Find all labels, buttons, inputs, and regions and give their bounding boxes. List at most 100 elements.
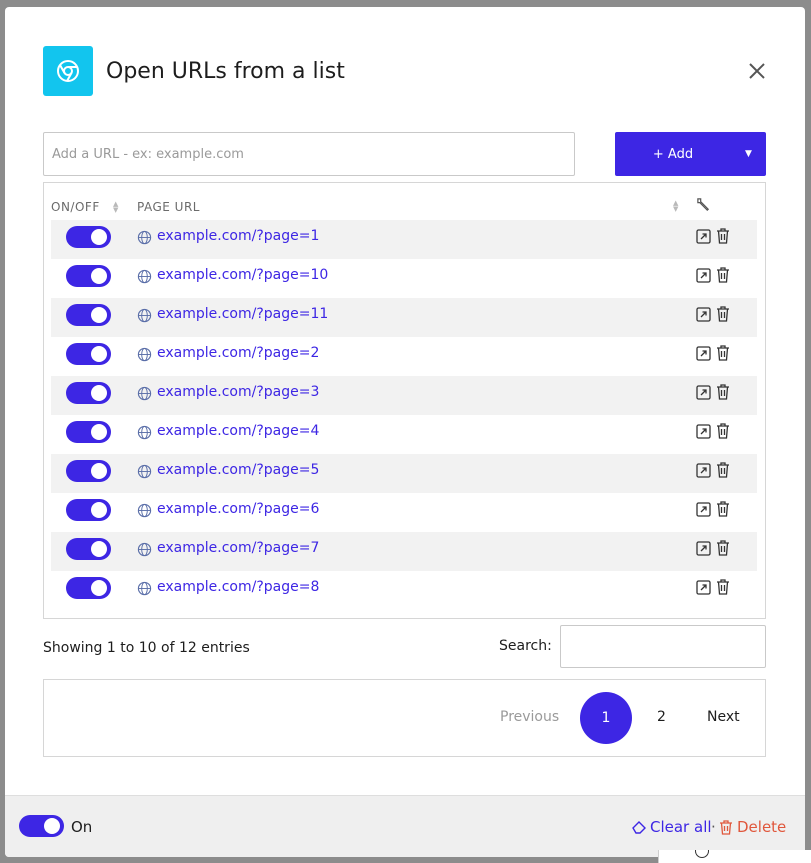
table-header: ON/OFF ▲ ▼ PAGE URL ▲ ▼ [51,197,757,219]
row-toggle[interactable] [66,304,111,326]
row-toggle[interactable] [66,226,111,248]
row-toggle[interactable] [66,460,111,482]
open-external-icon[interactable] [696,463,711,478]
search-input[interactable] [560,625,766,668]
toggle-label: On [71,818,93,836]
table-row: example.com/?page=4 [51,415,757,454]
clear-all-button[interactable]: Clear all [631,818,712,836]
close-icon [749,63,765,79]
page-url-link[interactable]: example.com/?page=1 [157,228,319,244]
eraser-icon [632,821,646,834]
page-url-link[interactable]: example.com/?page=6 [157,501,319,517]
close-button[interactable] [746,60,768,82]
open-external-icon[interactable] [696,502,711,517]
page-url-link[interactable]: example.com/?page=4 [157,423,319,439]
toggle-knob [91,346,107,362]
dialog-footer: On Clear all · Delete [5,795,805,857]
table-body: example.com/?page=1 example.com/?page=10 e… [51,220,757,610]
toggle-knob [91,307,107,323]
delete-button[interactable]: Delete [719,818,786,836]
globe-icon [137,464,152,479]
trash-icon[interactable] [716,423,730,439]
table-row: example.com/?page=11 [51,298,757,337]
open-urls-dialog: Open URLs from a list + Add ▼ ON/OFF ▲▼ … [5,7,805,857]
toggle-knob [91,229,107,245]
globe-icon [137,581,152,596]
page-url-link[interactable]: example.com/?page=2 [157,345,319,361]
table-row: example.com/?page=3 [51,376,757,415]
globe-icon [137,308,152,323]
open-external-icon[interactable] [696,346,711,361]
sort-icon: ▲ ▼ [673,199,679,213]
chrome-icon [43,46,93,96]
open-external-icon[interactable] [696,385,711,400]
toggle-knob [44,818,60,834]
pagination-page-1[interactable]: 1 [580,692,632,744]
dialog-header: Open URLs from a list [43,46,345,96]
trash-icon[interactable] [716,384,730,400]
open-external-icon[interactable] [696,424,711,439]
globe-icon [137,542,152,557]
globe-icon [137,230,152,245]
page-url-link[interactable]: example.com/?page=11 [157,306,328,322]
table-row: example.com/?page=1 [51,220,757,259]
clear-all-label: Clear all [650,818,712,836]
trash-icon[interactable] [716,462,730,478]
table-row: example.com/?page=7 [51,532,757,571]
open-external-icon[interactable] [696,541,711,556]
toggle-knob [91,268,107,284]
row-toggle[interactable] [66,421,111,443]
add-url-button[interactable]: + Add ▼ [615,132,766,176]
row-toggle[interactable] [66,499,111,521]
row-toggle[interactable] [66,265,111,287]
add-button-label[interactable]: + Add [615,132,731,176]
open-external-icon[interactable] [696,580,711,595]
delete-label: Delete [737,818,787,836]
page-url-link[interactable]: example.com/?page=3 [157,384,319,400]
toggle-knob [91,385,107,401]
dialog-title: Open URLs from a list [106,58,345,84]
page-url-link[interactable]: example.com/?page=5 [157,462,319,478]
row-toggle[interactable] [66,343,111,365]
page-url-link[interactable]: example.com/?page=10 [157,267,328,283]
page-url-link[interactable]: example.com/?page=7 [157,540,319,556]
toggle-knob [91,580,107,596]
trash-icon[interactable] [716,540,730,556]
page-url-link[interactable]: example.com/?page=8 [157,579,319,595]
pagination-previous[interactable]: Previous [500,709,559,725]
open-external-icon[interactable] [696,268,711,283]
row-toggle[interactable] [66,538,111,560]
open-external-icon[interactable] [696,229,711,244]
column-header-onoff[interactable]: ON/OFF [51,200,100,214]
table-row: example.com/?page=8 [51,571,757,610]
globe-icon [137,425,152,440]
trash-icon[interactable] [716,345,730,361]
search-label: Search: [499,638,552,654]
open-external-icon[interactable] [696,307,711,322]
wrench-icon [696,197,711,215]
trash-icon [720,819,732,835]
trash-icon[interactable] [716,228,730,244]
column-header-page-url[interactable]: PAGE URL [137,200,200,214]
url-input[interactable] [43,132,575,176]
table-row: example.com/?page=6 [51,493,757,532]
trash-icon[interactable] [716,501,730,517]
help-icon [695,850,709,858]
pagination-next[interactable]: Next [707,709,740,725]
row-toggle[interactable] [66,382,111,404]
trash-icon[interactable] [716,267,730,283]
pagination-page-2[interactable]: 2 [657,709,666,725]
caret-down-icon[interactable]: ▼ [731,132,766,176]
background-panel [658,850,811,863]
pagination: Previous 1 2 Next [43,679,766,757]
row-toggle[interactable] [66,577,111,599]
toggle-knob [91,463,107,479]
trash-icon[interactable] [716,579,730,595]
table-row: example.com/?page=2 [51,337,757,376]
trash-icon[interactable] [716,306,730,322]
globe-icon [137,386,152,401]
global-toggle[interactable] [19,815,64,837]
table-row: example.com/?page=5 [51,454,757,493]
toggle-knob [91,424,107,440]
url-table: ON/OFF ▲ ▼ PAGE URL ▲ ▼ example.com/?page=… [43,182,766,619]
